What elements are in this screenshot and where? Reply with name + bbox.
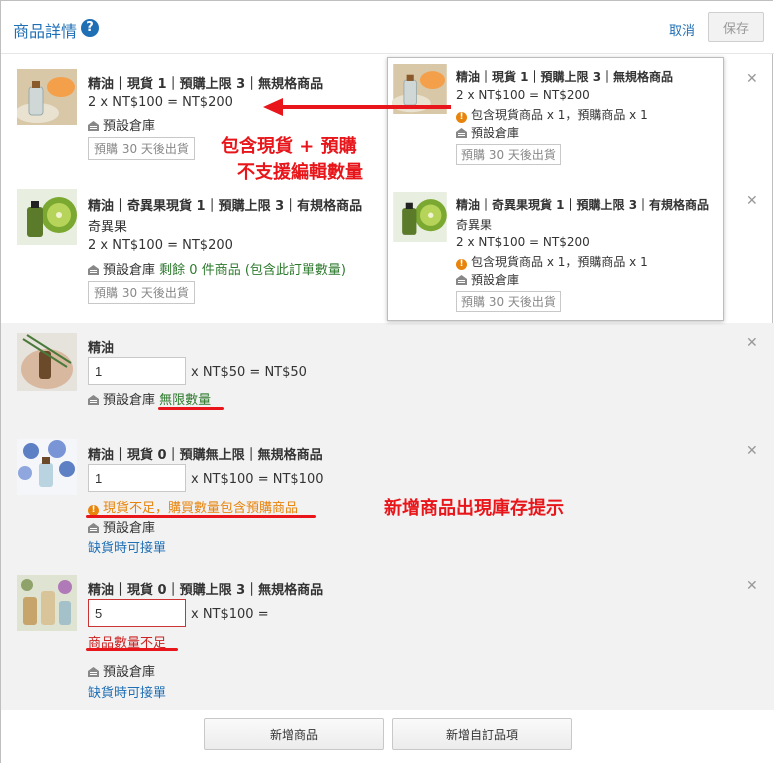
preorder-tag: 預購 30 天後出貨 [88,281,195,304]
warning-icon: ! [456,259,467,270]
add-product-button[interactable]: 新增商品 [204,718,384,750]
warehouse-label: 預設倉庫 [103,665,156,680]
stock-warning: ! 包含現貨商品 x 1，預購商品 x 1 [456,253,648,270]
unit-price: x NT$100 = [191,607,269,622]
product-thumbnail [17,69,77,125]
stock-warning: ! 包含現貨商品 x 1，預購商品 x 1 [456,106,648,123]
warehouse-row: 預設倉庫 無限數量 [88,389,211,408]
product-name: 精油｜奇異果現貨 1｜預購上限 3｜有規格商品 [88,199,363,214]
annotation-text: 包含現貨 + 預購 [221,136,357,157]
annotation-text: 不支援編輯數量 [237,162,363,183]
annotation-underline [86,648,178,651]
variant-label: 奇異果 [88,220,128,235]
price-line: 2 x NT$100 = NT$200 [456,235,590,249]
accept-backorder-link[interactable]: 缺貨時可接單 [88,537,166,556]
warehouse-label: 預設倉庫 [471,126,520,140]
warehouse-icon [88,121,99,131]
product-name: 精油｜現貨 0｜預購上限 3｜無規格商品 [88,583,324,598]
cancel-button[interactable]: 取消 [669,20,695,39]
close-icon[interactable]: ✕ [746,71,758,87]
stock-note: 剩餘 0 件商品 (包含此訂單數量) [159,263,346,278]
warehouse-icon [88,395,99,405]
warehouse-label: 預設倉庫 [103,119,156,134]
unit-price: x NT$100 = NT$100 [191,472,324,487]
stock-warning-text: 包含現貨商品 x 1，預購商品 x 1 [471,108,648,122]
accept-backorder-link[interactable]: 缺貨時可接單 [88,682,166,701]
close-icon[interactable]: ✕ [746,578,758,594]
warehouse-row: 預設倉庫 [456,124,519,141]
product-name: 精油｜現貨 0｜預購無上限｜無規格商品 [88,448,323,463]
dialog-header: 商品詳情 ? 取消 保存 [1,1,774,54]
warehouse-label: 預設倉庫 [471,273,520,287]
unit-price: x NT$50 = NT$50 [191,365,307,380]
product-thumbnail [17,575,77,631]
warehouse-row: 預設倉庫 剩餘 0 件商品 (包含此訂單數量) [88,259,346,278]
product-thumbnail [393,192,447,242]
help-icon[interactable]: ? [81,19,99,37]
stock-warning-text: 現貨不足，購買數量包含預購商品 [103,501,299,516]
warehouse-row: 預設倉庫 [88,661,155,680]
price-line: 2 x NT$100 = NT$200 [88,238,233,253]
warehouse-row: 預設倉庫 [88,115,155,134]
page-title: 商品詳情 [13,22,78,41]
dialog-footer: 新增商品 新增自訂品項 [1,710,774,764]
close-icon[interactable]: ✕ [746,193,758,209]
stock-note: 無限數量 [159,393,212,408]
quantity-input[interactable] [88,599,186,627]
stock-warning-text: 包含現貨商品 x 1，預購商品 x 1 [471,255,648,269]
product-name: 精油｜現貨 1｜預購上限 3｜無規格商品 [456,70,674,84]
warehouse-icon [456,128,467,138]
product-thumbnail [17,439,77,495]
price-line: 2 x NT$100 = NT$200 [88,95,233,110]
list-item: 精油｜現貨 0｜預購上限 3｜無規格商品 x NT$100 = 商品數量不足 預… [1,565,774,710]
annotation-underline [158,407,224,410]
preorder-tag: 預購 30 天後出貨 [456,144,561,165]
product-details-dialog: 商品詳情 ? 取消 保存 精油｜現貨 1｜預購上限 3｜無規格商品 2 x NT… [0,0,774,764]
warehouse-icon [456,275,467,285]
warehouse-icon [88,265,99,275]
close-icon[interactable]: ✕ [746,443,758,459]
close-icon[interactable]: ✕ [746,335,758,351]
variant-label: 奇異果 [456,218,493,232]
warehouse-row: 預設倉庫 [88,517,155,536]
preorder-tag: 預購 30 天後出貨 [88,137,195,160]
product-thumbnail [17,189,77,245]
product-name: 精油｜現貨 1｜預購上限 3｜無規格商品 [88,77,324,92]
warehouse-label: 預設倉庫 [103,521,156,536]
product-thumbnail [17,333,77,391]
annotation-arrow [263,98,451,116]
warning-icon: ! [456,112,467,123]
price-line: 2 x NT$100 = NT$200 [456,88,590,102]
add-custom-item-button[interactable]: 新增自訂品項 [392,718,572,750]
warehouse-label: 預設倉庫 [103,393,156,408]
product-name: 精油 [88,341,115,356]
warehouse-label: 預設倉庫 [103,263,156,278]
quantity-input[interactable] [88,357,186,385]
stock-warning: ! 現貨不足，購買數量包含預購商品 [88,497,298,516]
list-item: 精油 x NT$50 = NT$50 預設倉庫 無限數量 [1,323,774,429]
product-name: 精油｜奇異果現貨 1｜預購上限 3｜有規格商品 [456,198,710,212]
preorder-tag: 預購 30 天後出貨 [456,291,561,312]
annotation-text: 新增商品出現庫存提示 [384,498,564,519]
warehouse-row: 預設倉庫 [456,271,519,288]
warehouse-icon [88,667,99,677]
save-button[interactable]: 保存 [708,12,764,42]
warehouse-icon [88,523,99,533]
quantity-input[interactable] [88,464,186,492]
